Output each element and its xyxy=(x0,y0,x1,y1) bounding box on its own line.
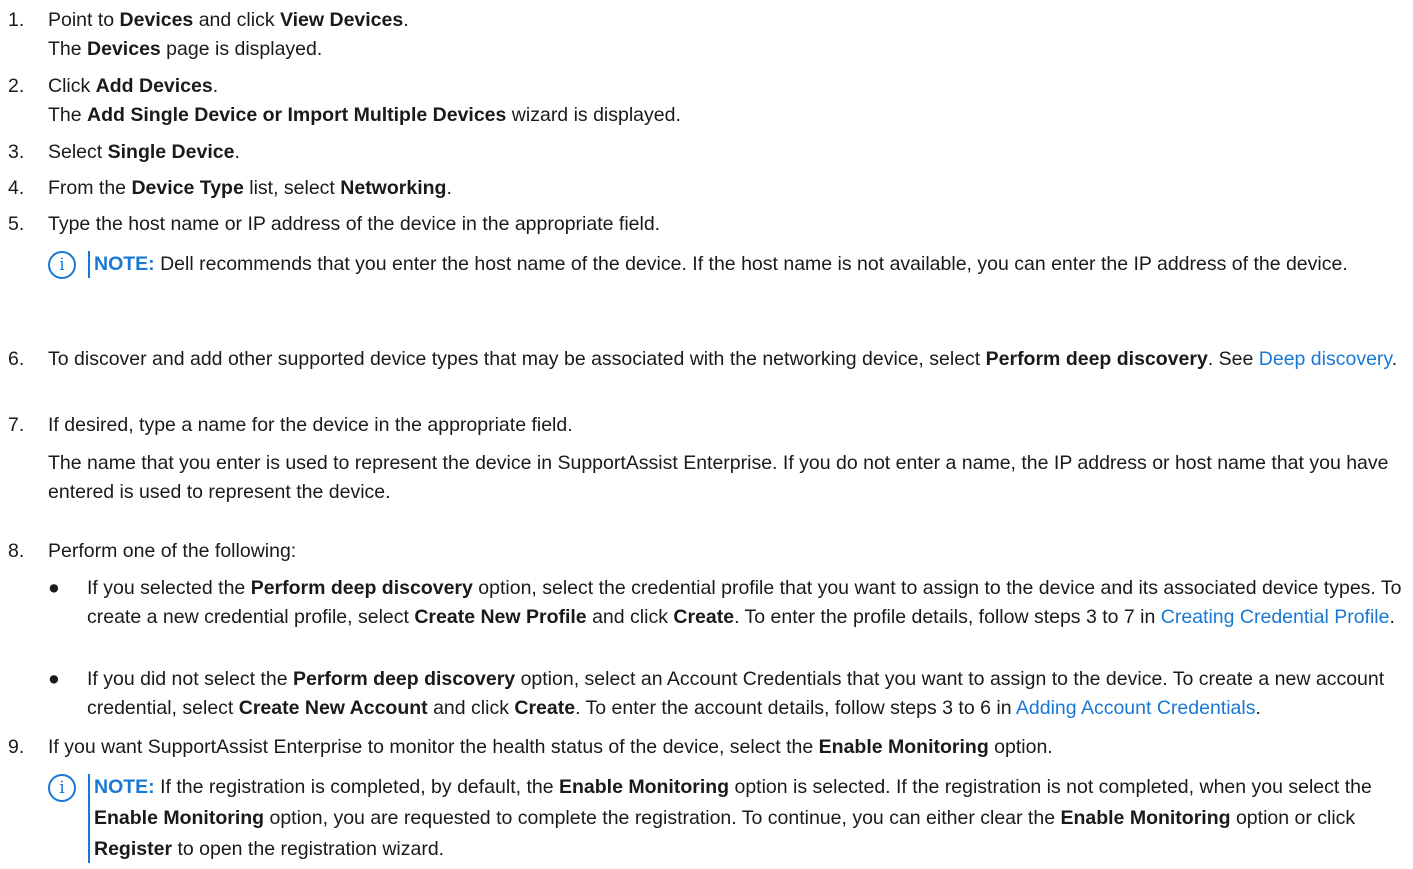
ui-term: Register xyxy=(94,838,173,860)
note-callout: i NOTE: If the registration is completed… xyxy=(48,772,1405,865)
list-item: ● If you selected the Perform deep disco… xyxy=(48,574,1405,632)
creating-credential-profile-link[interactable]: Creating Credential Profile xyxy=(1161,606,1390,628)
note-label: NOTE: xyxy=(94,253,155,275)
ui-term: Create New Account xyxy=(238,697,428,719)
step-5: 5. Type the host name or IP address of t… xyxy=(8,210,1405,239)
bullet-text: If you selected the xyxy=(87,577,251,599)
step-number: 1. xyxy=(8,9,25,31)
ui-term: Networking xyxy=(340,177,447,199)
step-text: Click xyxy=(48,75,96,97)
step-text: From the xyxy=(48,177,132,199)
ui-term: Enable Monitoring xyxy=(818,736,989,758)
step-text: Perform one of the following: xyxy=(48,540,297,562)
ui-term: Perform deep discovery xyxy=(985,348,1208,370)
note-text: If the registration is completed, by def… xyxy=(154,776,559,798)
bullet-text: and click xyxy=(427,697,515,719)
step-4: 4. From the Device Type list, select Net… xyxy=(8,174,1405,203)
step-number: 4. xyxy=(8,177,25,199)
bullet-text: and click xyxy=(586,606,674,628)
note-text: option is selected. If the registration … xyxy=(729,776,1372,798)
step-6: 6. To discover and add other supported d… xyxy=(8,345,1405,374)
step-9: 9. If you want SupportAssist Enterprise … xyxy=(8,733,1405,762)
note-callout: i NOTE: Dell recommends that you enter t… xyxy=(48,249,1405,280)
step-text: and click xyxy=(193,9,280,31)
step-result: page is displayed. xyxy=(160,38,323,60)
step-text: To discover and add other supported devi… xyxy=(48,348,986,370)
step-number: 9. xyxy=(8,736,25,758)
note-bar xyxy=(88,251,90,278)
ui-term: Enable Monitoring xyxy=(1060,807,1231,829)
adding-account-credentials-link[interactable]: Adding Account Credentials xyxy=(1016,697,1256,719)
note-label: NOTE: xyxy=(94,776,155,798)
deep-discovery-link[interactable]: Deep discovery xyxy=(1259,348,1392,370)
note-text: to open the registration wizard. xyxy=(172,838,445,860)
note-text: option or click xyxy=(1230,807,1356,829)
bullet-icon: ● xyxy=(48,668,60,690)
note-text: Dell recommends that you enter the host … xyxy=(154,253,1348,275)
step-text: . xyxy=(446,177,452,199)
ui-term: Perform deep discovery xyxy=(250,577,473,599)
ui-term: Enable Monitoring xyxy=(94,807,265,829)
step-text: Point to xyxy=(48,9,120,31)
bullet-text: . To enter the profile details, follow s… xyxy=(734,606,1161,628)
ui-term: Single Device xyxy=(107,141,235,163)
step-number: 8. xyxy=(8,540,25,562)
info-icon: i xyxy=(48,774,76,802)
ui-term: View Devices xyxy=(279,9,404,31)
step-number: 7. xyxy=(8,414,25,436)
ui-term: Add Single Device or Import Multiple Dev… xyxy=(87,104,507,126)
step-number: 3. xyxy=(8,141,25,163)
step-text: . xyxy=(212,75,219,97)
bullet-text: . To enter the account details, follow s… xyxy=(575,697,1016,719)
step-text: . xyxy=(403,9,409,31)
ui-term: Enable Monitoring xyxy=(558,776,730,798)
note-bar xyxy=(88,774,90,863)
ui-term: Perform deep discovery xyxy=(292,668,516,690)
step-result: The xyxy=(48,38,88,60)
ui-term: Device Type xyxy=(131,177,244,199)
bullet-icon: ● xyxy=(48,577,60,599)
list-item: ● If you did not select the Perform deep… xyxy=(48,665,1405,723)
step-text: . xyxy=(234,141,240,163)
step-8: 8. Perform one of the following: xyxy=(8,537,1405,566)
step-3: 3. Select Single Device. xyxy=(8,138,1405,167)
step-text: If you want SupportAssist Enterprise to … xyxy=(48,736,819,758)
step-text: Select xyxy=(48,141,108,163)
step-2: 2. Click Add Devices. The Add Single Dev… xyxy=(8,72,1405,130)
step-text: option. xyxy=(988,736,1053,758)
info-icon: i xyxy=(48,251,76,279)
step-number: 2. xyxy=(8,75,25,97)
step-number: 5. xyxy=(8,213,25,235)
step-text: Type the host name or IP address of the … xyxy=(48,213,661,235)
step-result: wizard is displayed. xyxy=(506,104,681,126)
step-text: If desired, type a name for the device i… xyxy=(48,414,573,436)
ui-term: Create New Profile xyxy=(414,606,587,628)
ui-term: Devices xyxy=(87,38,161,60)
ui-term: Create xyxy=(673,606,735,628)
step-text: . xyxy=(1391,348,1398,370)
ui-term: Create xyxy=(514,697,576,719)
step-text: . See xyxy=(1207,348,1259,370)
ui-term: Add Devices xyxy=(95,75,213,97)
step-7: 7. If desired, type a name for the devic… xyxy=(8,411,1405,507)
step-number: 6. xyxy=(8,348,25,370)
note-text: option, you are requested to complete th… xyxy=(264,807,1061,829)
step-result: The xyxy=(48,104,88,126)
ui-term: Devices xyxy=(119,9,194,31)
bullet-text: If you did not select the xyxy=(87,668,293,690)
document-page: 1. Point to Devices and click View Devic… xyxy=(0,0,1413,869)
step-text: list, select xyxy=(243,177,341,199)
bullet-text: . xyxy=(1389,606,1395,628)
step-1: 1. Point to Devices and click View Devic… xyxy=(8,6,1405,64)
step-paragraph: The name that you enter is used to repre… xyxy=(48,452,1389,503)
bullet-text: . xyxy=(1255,697,1261,719)
